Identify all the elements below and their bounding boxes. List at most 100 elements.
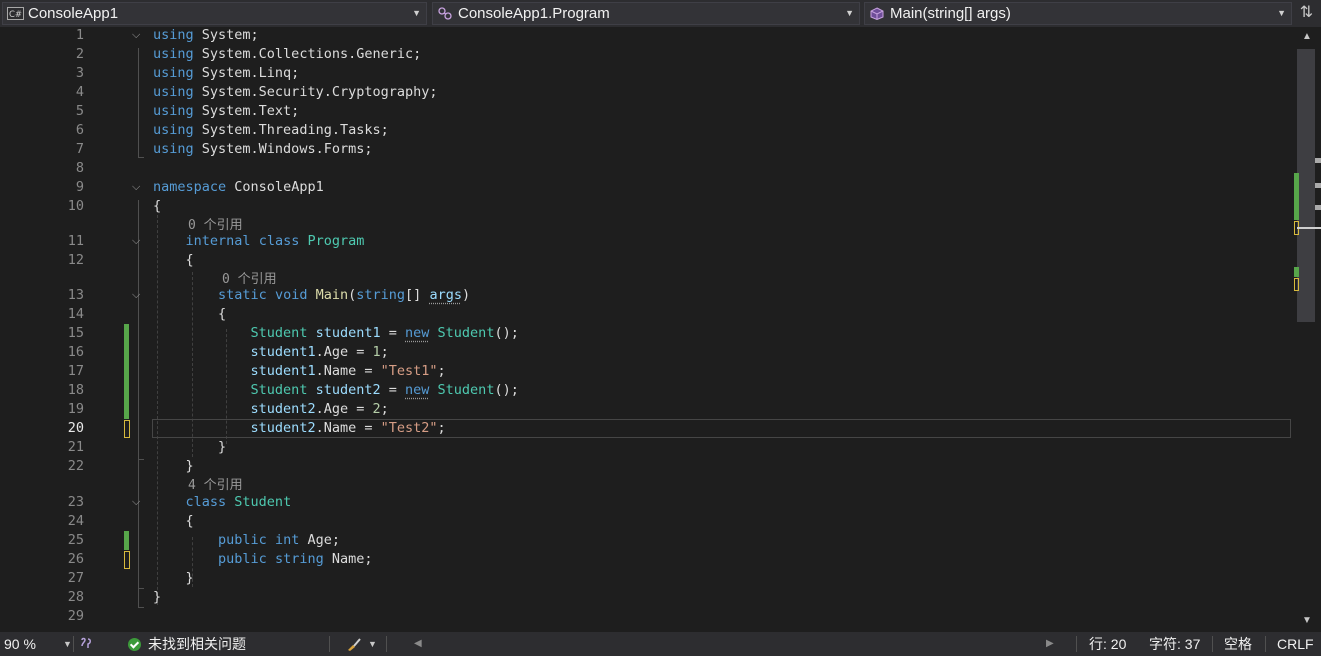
divider [1212, 636, 1213, 652]
code-line: 26 public string Name; [0, 550, 1296, 569]
code-cleanup-brush-icon[interactable] [346, 637, 362, 652]
scroll-left-arrow-icon[interactable]: ◀ [414, 632, 422, 656]
brace: } [218, 439, 227, 455]
project-dropdown-label: ConsoleApp1 [28, 5, 119, 22]
code-text: Student student2 = new Student(); [250, 382, 519, 398]
csharp-project-icon: C# [7, 7, 24, 20]
code-line: 14 { [0, 305, 1296, 324]
keyword: namespace [153, 179, 227, 195]
line-number: 8 [75, 160, 84, 176]
indentation-mode[interactable]: 空格 [1224, 632, 1252, 656]
health-icon[interactable] [79, 637, 95, 651]
code-text: public int Age; [218, 532, 341, 548]
line-ending-mode[interactable]: CRLF [1277, 632, 1314, 656]
code-line: 6 using System.Threading.Tasks; [0, 121, 1296, 140]
namespace-name: ConsoleApp1 [234, 179, 324, 195]
string-literal: "Test2" [380, 420, 438, 436]
collapse-chevron-icon[interactable]: ⌵ [132, 27, 140, 44]
namespace-ref: System.Linq; [201, 65, 300, 81]
brace: { [185, 513, 194, 529]
column-indicator[interactable]: 字符: 37 [1149, 632, 1200, 656]
vertical-scrollbar[interactable]: ▲ ▼ [1294, 27, 1321, 632]
line-number: 29 [67, 608, 84, 624]
collapse-chevron-icon[interactable]: ⌵ [132, 494, 140, 511]
field: Age [323, 344, 349, 360]
code-text: using System.Text; [153, 102, 299, 121]
code-line: 22 } [0, 457, 1296, 476]
line-number: 6 [75, 122, 84, 138]
brace: { [185, 252, 194, 268]
code-line: 3 using System.Linq; [0, 64, 1296, 83]
keyword: public [218, 532, 267, 548]
line-number: 11 [67, 233, 84, 249]
field: Name [323, 420, 357, 436]
keyword: string [356, 287, 406, 303]
namespace-ref: System.Collections.Generic; [201, 46, 422, 62]
split-editor-icon[interactable]: ⇅ [1294, 2, 1319, 25]
scroll-down-arrow-icon[interactable]: ▼ [1301, 615, 1313, 629]
line-number: 27 [67, 570, 84, 586]
chevron-down-icon: ▼ [412, 8, 421, 18]
line-number: 25 [67, 532, 84, 548]
line-number: 19 [67, 401, 84, 417]
line-indicator[interactable]: 行: 20 [1089, 632, 1126, 656]
line-number: 21 [67, 439, 84, 455]
code-line: 5 using System.Text; [0, 102, 1296, 121]
class-dropdown[interactable]: ConsoleApp1.Program ▼ [432, 2, 860, 25]
line-number: 1 [75, 27, 84, 43]
chevron-down-icon[interactable]: ▼ [368, 632, 377, 656]
chevron-down-icon: ▼ [1277, 8, 1286, 18]
keyword: using [153, 46, 194, 62]
code-text: student2.Age = 2; [250, 401, 389, 417]
code-text: using System.Security.Cryptography; [153, 83, 437, 102]
chevron-down-icon[interactable]: ▼ [63, 632, 72, 656]
scrollbar-thumb[interactable] [1297, 49, 1315, 322]
keyword: using [153, 84, 194, 100]
code-line: 9 ⌵ namespace ConsoleApp1 [0, 178, 1296, 197]
keyword: class [258, 233, 300, 249]
keyword: internal [185, 233, 251, 249]
change-marker-saved [124, 343, 129, 362]
code-line: 17 student1.Name = "Test1"; [0, 362, 1296, 381]
chevron-down-icon: ▼ [845, 8, 854, 18]
navigation-bar: C# ConsoleApp1 ▼ ConsoleApp1.Program ▼ M… [0, 0, 1321, 27]
code-line: 21 } [0, 438, 1296, 457]
code-line: 1 ⌵ using System; [0, 27, 1296, 45]
scroll-caret-marker [1297, 227, 1321, 229]
issues-status[interactable]: 未找到相关问题 [148, 632, 246, 656]
collapse-chevron-icon[interactable]: ⌵ [132, 233, 140, 250]
code-text: } [153, 457, 194, 476]
code-text: { [153, 512, 194, 531]
check-circle-icon [128, 638, 141, 651]
brace: { [218, 306, 227, 322]
code-line: 16 student1.Age = 1; [0, 343, 1296, 362]
namespace-ref: System.Windows.Forms; [201, 141, 373, 157]
member-dropdown[interactable]: Main(string[] args) ▼ [864, 2, 1292, 25]
method-name: Main [315, 287, 349, 303]
string-literal: "Test1" [380, 363, 438, 379]
code-text: using System; [153, 27, 259, 45]
code-text: public string Name; [218, 551, 373, 567]
divider [386, 636, 387, 652]
scroll-map-tick [1315, 183, 1321, 188]
code-editor[interactable]: 1 ⌵ using System; 2 using System.Collect… [0, 27, 1296, 632]
code-text: student2.Name = "Test2"; [250, 420, 446, 436]
code-line: 28 } [0, 588, 1296, 607]
code-text: class Student [153, 493, 292, 512]
line-number: 16 [67, 344, 84, 360]
project-dropdown[interactable]: C# ConsoleApp1 ▼ [2, 2, 427, 25]
code-text: Student student1 = new Student(); [250, 325, 519, 341]
class-name: Student [250, 325, 308, 341]
variable: student2 [250, 420, 316, 436]
collapse-chevron-icon[interactable]: ⌵ [132, 287, 140, 304]
class-name: Student [437, 382, 495, 398]
scroll-up-arrow-icon[interactable]: ▲ [1301, 31, 1313, 45]
zoom-level[interactable]: 90 % [4, 632, 36, 656]
collapse-chevron-icon[interactable]: ⌵ [132, 179, 140, 196]
code-line: 11 ⌵ internal class Program [0, 232, 1296, 251]
code-text: } [153, 438, 226, 457]
namespace-ref: System.Threading.Tasks; [201, 122, 389, 138]
scroll-right-arrow-icon[interactable]: ▶ [1046, 632, 1054, 656]
line-number: 2 [75, 46, 84, 62]
scroll-marker-saved [1294, 173, 1299, 220]
